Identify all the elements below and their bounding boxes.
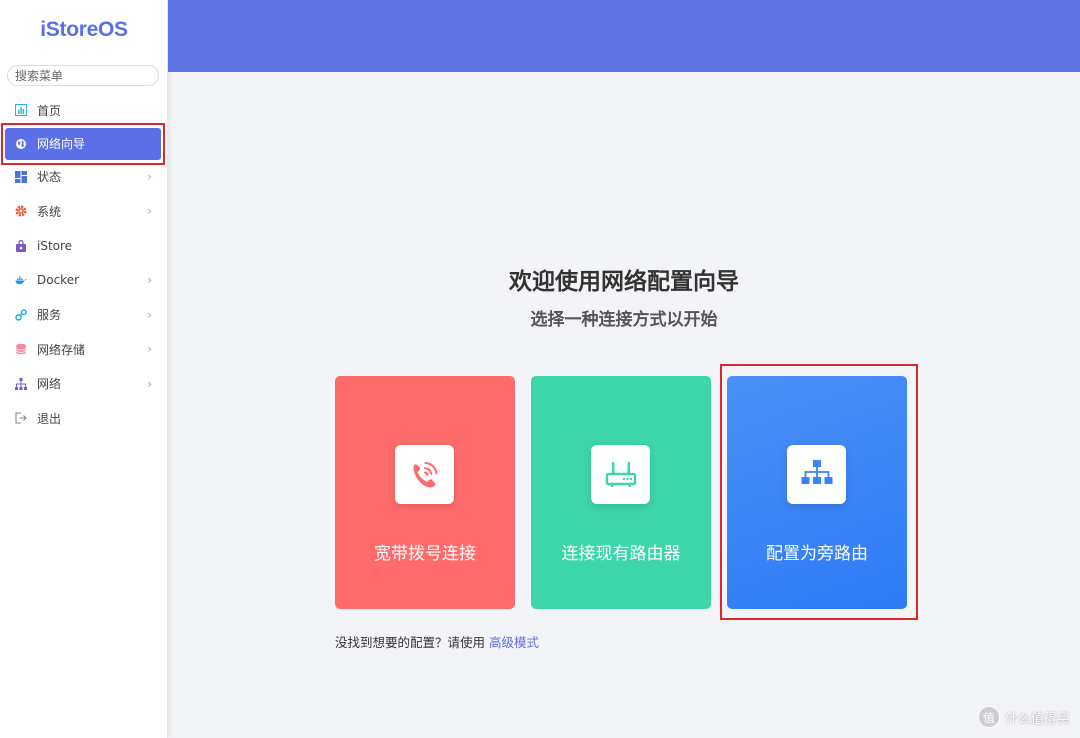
chevron-right-icon: › — [147, 376, 152, 391]
sidebar-menu: 首页 网络向导 状态 › 系统 › iStore Docker › 服务 › 网… — [0, 93, 168, 436]
chevron-right-icon: › — [147, 307, 152, 322]
header-bar — [168, 0, 1080, 72]
watermark-text: 什么值得买 — [1004, 711, 1070, 727]
sidebar-item-system[interactable]: 系统 › — [0, 194, 168, 229]
globe-icon — [15, 138, 27, 150]
page-title: 欢迎使用网络配置向导 — [509, 269, 739, 295]
advanced-mode-link[interactable]: 高级模式 — [489, 635, 539, 650]
router-icon — [591, 445, 650, 504]
storage-icon — [15, 343, 27, 355]
sidebar-item-home[interactable]: 首页 — [0, 93, 168, 128]
sidebar: iStoreOS 首页 网络向导 状态 › 系统 › — [0, 0, 168, 738]
sidebar-item-label: 服务 — [37, 308, 62, 323]
network-tree-icon — [787, 445, 846, 504]
watermark: 值 什么值得买 — [977, 706, 1070, 728]
bypass-router-card[interactable]: 配置为旁路由 — [727, 376, 907, 609]
sidebar-item-network-storage[interactable]: 网络存储 › — [0, 332, 168, 367]
page-subtitle: 选择一种连接方式以开始 — [530, 310, 718, 330]
sidebar-item-istore[interactable]: iStore — [0, 229, 168, 264]
chevron-right-icon: › — [147, 273, 152, 288]
hint-text: 没找到想要的配置？请使用 — [335, 635, 489, 650]
phone-icon — [395, 445, 454, 504]
sidebar-item-label: Docker — [37, 273, 80, 288]
sidebar-item-docker[interactable]: Docker › — [0, 263, 168, 298]
sidebar-item-logout[interactable]: 退出 — [0, 401, 168, 436]
logout-icon — [15, 412, 27, 424]
dashboard-icon — [15, 170, 27, 183]
docker-icon — [15, 274, 27, 286]
chevron-right-icon: › — [147, 342, 152, 357]
home-icon — [15, 104, 27, 117]
card-label: 配置为旁路由 — [766, 544, 868, 564]
advanced-mode-hint: 没找到想要的配置？请使用 高级模式 — [335, 632, 539, 651]
sidebar-item-label: 退出 — [37, 411, 62, 426]
sidebar-item-label: 网络 — [37, 377, 62, 392]
store-bag-icon — [15, 239, 27, 252]
card-label: 宽带拨号连接 — [374, 544, 476, 564]
existing-router-card[interactable]: 连接现有路由器 — [531, 376, 711, 609]
sidebar-item-network[interactable]: 网络 › — [0, 367, 168, 402]
gear-icon — [15, 205, 27, 217]
sidebar-item-label: 首页 — [37, 103, 62, 118]
sidebar-item-label: 网络向导 — [37, 137, 86, 151]
sidebar-item-network-wizard[interactable]: 网络向导 — [5, 127, 161, 160]
chevron-right-icon: › — [147, 204, 152, 219]
sidebar-item-label: 网络存储 — [37, 342, 86, 357]
search-input[interactable] — [7, 65, 159, 86]
app-logo[interactable]: iStoreOS — [0, 18, 168, 42]
card-label: 连接现有路由器 — [561, 544, 681, 564]
chevron-right-icon: › — [147, 169, 152, 184]
sidebar-item-label: iStore — [37, 238, 73, 253]
sidebar-item-label: 系统 — [37, 204, 62, 219]
sidebar-item-label: 状态 — [37, 170, 62, 185]
zhi-icon: 值 — [977, 706, 1000, 728]
sidebar-item-services[interactable]: 服务 › — [0, 298, 168, 333]
pppoe-card[interactable]: 宽带拨号连接 — [335, 376, 515, 609]
services-icon — [15, 308, 27, 321]
network-icon — [15, 377, 27, 390]
sidebar-item-status[interactable]: 状态 › — [0, 160, 168, 195]
